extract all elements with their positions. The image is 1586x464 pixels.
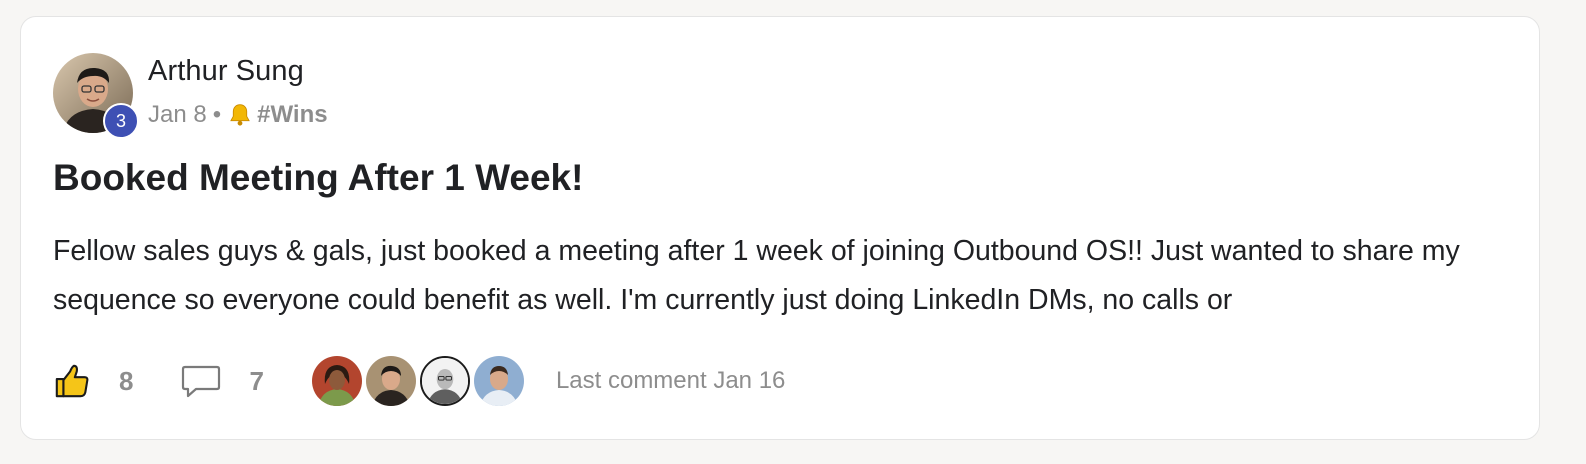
like-count: 8 — [119, 365, 134, 396]
commenter-avatar[interactable] — [311, 356, 362, 406]
commenter-avatar[interactable] — [419, 356, 470, 406]
meta-separator: • — [212, 101, 222, 128]
post-body[interactable]: Fellow sales guys & gals, just booked a … — [53, 227, 1513, 325]
post-footer: 8 7 Last comment Jan 16 — [53, 353, 785, 409]
post-date[interactable]: Jan 8 — [148, 101, 207, 129]
level-badge: 3 — [103, 103, 139, 139]
last-comment-date: Last comment Jan 16 — [555, 367, 786, 394]
post-card[interactable]: 3 Arthur Sung Jan 8 • #Wins Booked Meeti… — [20, 16, 1540, 440]
author-avatar[interactable]: 3 — [53, 53, 139, 139]
post-meta: Jan 8 • #Wins — [148, 101, 328, 129]
bell-icon — [230, 104, 250, 126]
like-button[interactable]: 8 — [53, 362, 133, 400]
post-title[interactable]: Booked Meeting After 1 Week! — [53, 157, 583, 199]
comment-count: 7 — [249, 365, 264, 396]
post-category[interactable]: #Wins — [257, 101, 327, 129]
comment-button[interactable]: 7 — [181, 363, 264, 399]
commenter-avatar[interactable] — [365, 356, 416, 406]
speech-bubble-icon — [182, 365, 221, 398]
author-name[interactable]: Arthur Sung — [148, 55, 304, 88]
thumbs-up-icon — [55, 364, 89, 398]
commenter-avatars[interactable] — [311, 356, 528, 406]
commenter-avatar[interactable] — [473, 356, 524, 406]
